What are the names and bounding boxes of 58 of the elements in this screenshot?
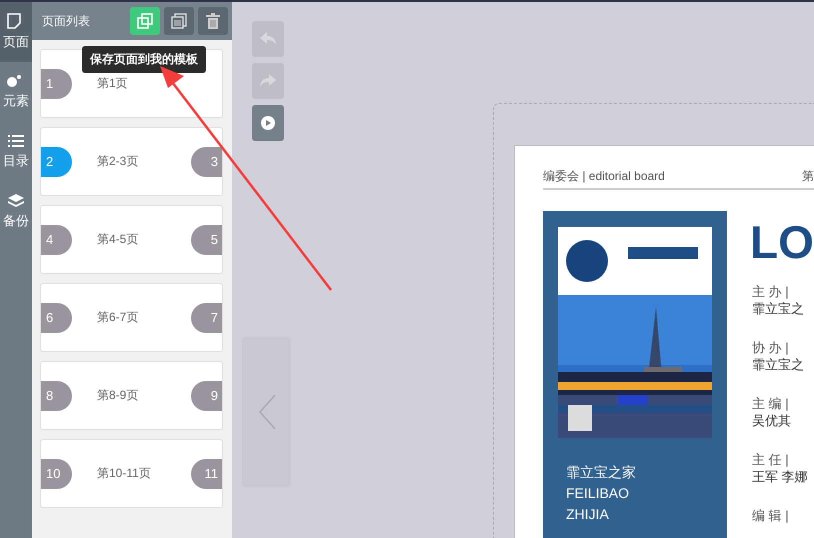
copy-button[interactable] [130,7,160,35]
nav-item[interactable]: 目录 [0,122,32,182]
credit-role: 编 辑 | [752,507,790,524]
nav-item[interactable]: 备份 [0,182,32,242]
page-number: 7 [191,302,222,332]
redo-icon [260,74,276,88]
header-text: 第 [802,168,814,185]
credit-names: 吴优其 [752,412,792,429]
page-card[interactable]: 10 第10-11页 11 [40,439,223,508]
page-label: 第1页 [97,75,129,92]
shapes-icon [6,74,22,88]
documents-icon [171,13,187,29]
credit-role: 协 办 | [752,339,790,356]
page-number: 9 [191,380,222,410]
credit-role: 主 办 | [752,283,790,300]
page-card[interactable]: 6 第6-7页 7 [40,283,223,352]
page-number: 11 [191,458,222,488]
page-number: 1 [41,68,72,98]
page-card[interactable]: 2 第2-3页 3 [40,127,223,196]
preview-button[interactable] [252,105,284,141]
page-number: 2 [41,146,72,176]
nav-item[interactable]: 页面 [0,2,32,62]
credit-names: 霏立宝之 [752,300,805,317]
page-label: 第2-3页 [97,153,140,170]
copy-icon [137,13,153,29]
page-card[interactable]: 4 第4-5页 5 [40,205,223,274]
page-label: 第8-9页 [97,387,140,404]
page-label: 第10-11页 [97,465,152,482]
panel-title: 页面列表 [42,12,91,30]
heading: LO [750,219,814,265]
credit-role: 主 任 | [752,451,790,468]
credit-role: 主 编 | [752,395,790,412]
undo-icon [260,32,276,46]
layers-icon [8,194,24,208]
cover-title: 霏立宝之家 [566,463,637,482]
delete-button[interactable] [198,7,228,35]
trash-icon [206,13,220,29]
page-card[interactable]: 8 第8-9页 9 [40,361,223,430]
page-number: 6 [41,302,72,332]
page-label: 第4-5页 [97,231,140,248]
page-number: 8 [41,380,72,410]
header-text: 编委会 | editorial board [543,168,665,185]
tooltip: 保存页面到我的模板 [82,46,206,73]
page-number: 3 [191,146,222,176]
page-icon [7,13,21,29]
page-number: 10 [41,458,72,488]
duplicate-button[interactable] [164,7,194,35]
chevron-left-icon [258,394,276,430]
page-label: 第6-7页 [97,309,140,326]
play-icon [261,116,275,130]
page-number: 4 [41,224,72,254]
credit-names: 霏立宝之 [752,356,805,373]
cover-title: FEILIBAO [566,484,630,503]
list-icon [8,134,24,148]
nav-item[interactable]: 元素 [0,62,32,122]
page-number: 5 [191,224,222,254]
credit-names: 王军 李娜 [752,468,809,485]
cover-title: ZHIJIA [566,505,610,524]
